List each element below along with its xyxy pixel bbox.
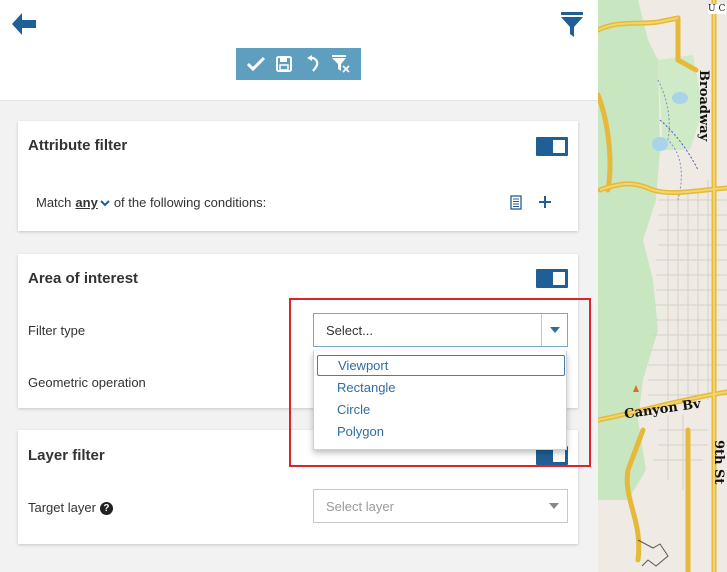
target-layer-text: Target layer — [28, 500, 96, 515]
match-suffix: of the following conditions: — [113, 195, 267, 210]
clear-filter-button[interactable] — [329, 52, 353, 76]
check-icon — [247, 56, 266, 72]
filter-type-label: Filter type — [28, 323, 86, 338]
chevron-down-icon[interactable] — [100, 198, 110, 208]
attribute-filter-card: Attribute filter Match any of the follow… — [18, 121, 578, 231]
select-arrow[interactable] — [541, 490, 567, 522]
geometric-operation-label: Geometric operation — [28, 375, 146, 390]
clear-filter-icon — [331, 55, 350, 73]
target-layer-select[interactable]: Select layer — [313, 489, 568, 523]
filter-funnel-icon[interactable] — [561, 12, 583, 38]
filter-type-value: Select... — [326, 322, 373, 338]
target-layer-label: Target layer? — [28, 500, 113, 516]
save-icon — [276, 56, 293, 72]
option-polygon[interactable]: Polygon — [317, 421, 565, 442]
undo-icon — [306, 55, 318, 72]
caret-down-icon — [549, 327, 560, 333]
back-arrow-icon[interactable] — [10, 11, 38, 37]
map-label-top-corner: U C — [708, 4, 726, 14]
undo-button[interactable] — [301, 52, 325, 76]
area-of-interest-title: Area of interest — [28, 270, 139, 287]
option-rectangle[interactable]: Rectangle — [317, 377, 565, 398]
area-of-interest-toggle[interactable] — [536, 269, 568, 288]
layer-filter-title: Layer filter — [28, 447, 105, 464]
attribute-filter-toggle[interactable] — [536, 137, 568, 156]
select-arrow[interactable] — [541, 314, 567, 346]
match-mode-dropdown[interactable]: any — [75, 195, 97, 210]
filter-panel: Attribute filter Match any of the follow… — [0, 0, 598, 572]
save-button[interactable] — [272, 52, 296, 76]
map-view[interactable]: Broadway Canyon Bv 9th St U C — [598, 0, 727, 572]
match-conditions-line: Match any of the following conditions: — [36, 195, 266, 210]
target-layer-placeholder: Select layer — [326, 498, 394, 514]
attribute-filter-title: Attribute filter — [28, 137, 128, 154]
filter-type-select[interactable]: Select... — [313, 313, 568, 347]
map-label-broadway: Broadway — [696, 70, 711, 142]
document-list-icon[interactable] — [510, 195, 522, 210]
option-circle[interactable]: Circle — [317, 399, 565, 420]
filter-type-dropdown: Viewport Rectangle Circle Polygon — [313, 351, 567, 450]
apply-button[interactable] — [244, 52, 268, 76]
map-label-9th-st: 9th St — [711, 440, 726, 485]
caret-down-icon — [549, 503, 559, 509]
help-icon[interactable]: ? — [99, 502, 113, 516]
match-prefix: Match — [36, 195, 72, 210]
filter-toolbar — [236, 48, 361, 80]
option-viewport[interactable]: Viewport — [317, 355, 565, 376]
add-condition-icon[interactable] — [538, 195, 552, 209]
